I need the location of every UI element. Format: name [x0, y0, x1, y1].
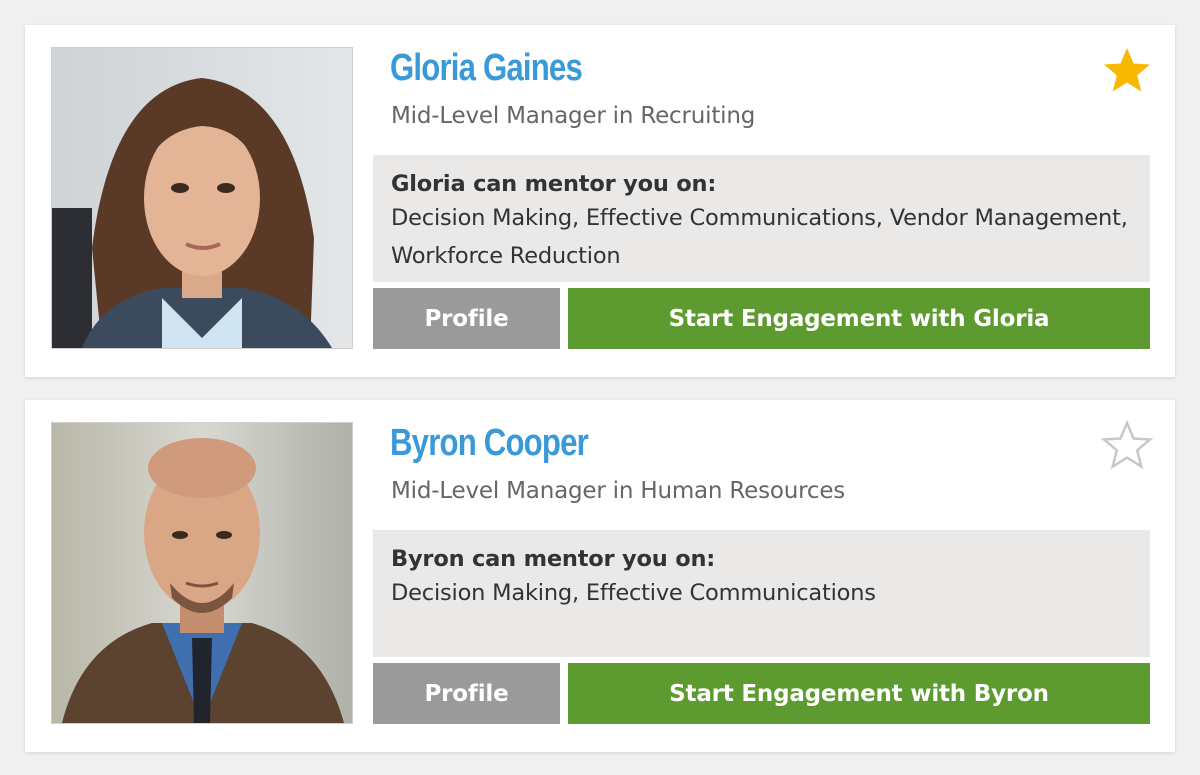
mentor-topics-box: Byron can mentor you on: Decision Making…: [373, 530, 1150, 657]
mentor-role: Mid-Level Manager in Human Resources: [391, 478, 846, 504]
mentor-name: Byron Cooper: [390, 422, 589, 464]
mentor-photo: [51, 47, 353, 349]
mentor-role: Mid-Level Manager in Recruiting: [391, 103, 756, 129]
mentor-name: Gloria Gaines: [390, 47, 583, 89]
profile-button[interactable]: Profile: [373, 288, 560, 349]
mentor-topics-list: Decision Making, Effective Communication…: [391, 580, 876, 606]
mentor-topics-list: Decision Making, Effective Communication…: [391, 205, 1128, 269]
mentor-topics-box: Gloria can mentor you on: Decision Makin…: [373, 155, 1150, 282]
profile-button[interactable]: Profile: [373, 663, 560, 724]
star-outline-icon[interactable]: [1101, 420, 1153, 472]
star-filled-icon[interactable]: [1101, 45, 1153, 97]
mentor-topics-heading: Byron can mentor you on:: [391, 546, 716, 572]
mentor-card: Gloria Gaines Mid-Level Manager in Recru…: [25, 25, 1175, 377]
start-engagement-button[interactable]: Start Engagement with Gloria: [568, 288, 1150, 349]
start-engagement-button[interactable]: Start Engagement with Byron: [568, 663, 1150, 724]
mentor-topics-heading: Gloria can mentor you on:: [391, 171, 717, 197]
mentor-card: Byron Cooper Mid-Level Manager in Human …: [25, 400, 1175, 752]
mentor-photo: [51, 422, 353, 724]
